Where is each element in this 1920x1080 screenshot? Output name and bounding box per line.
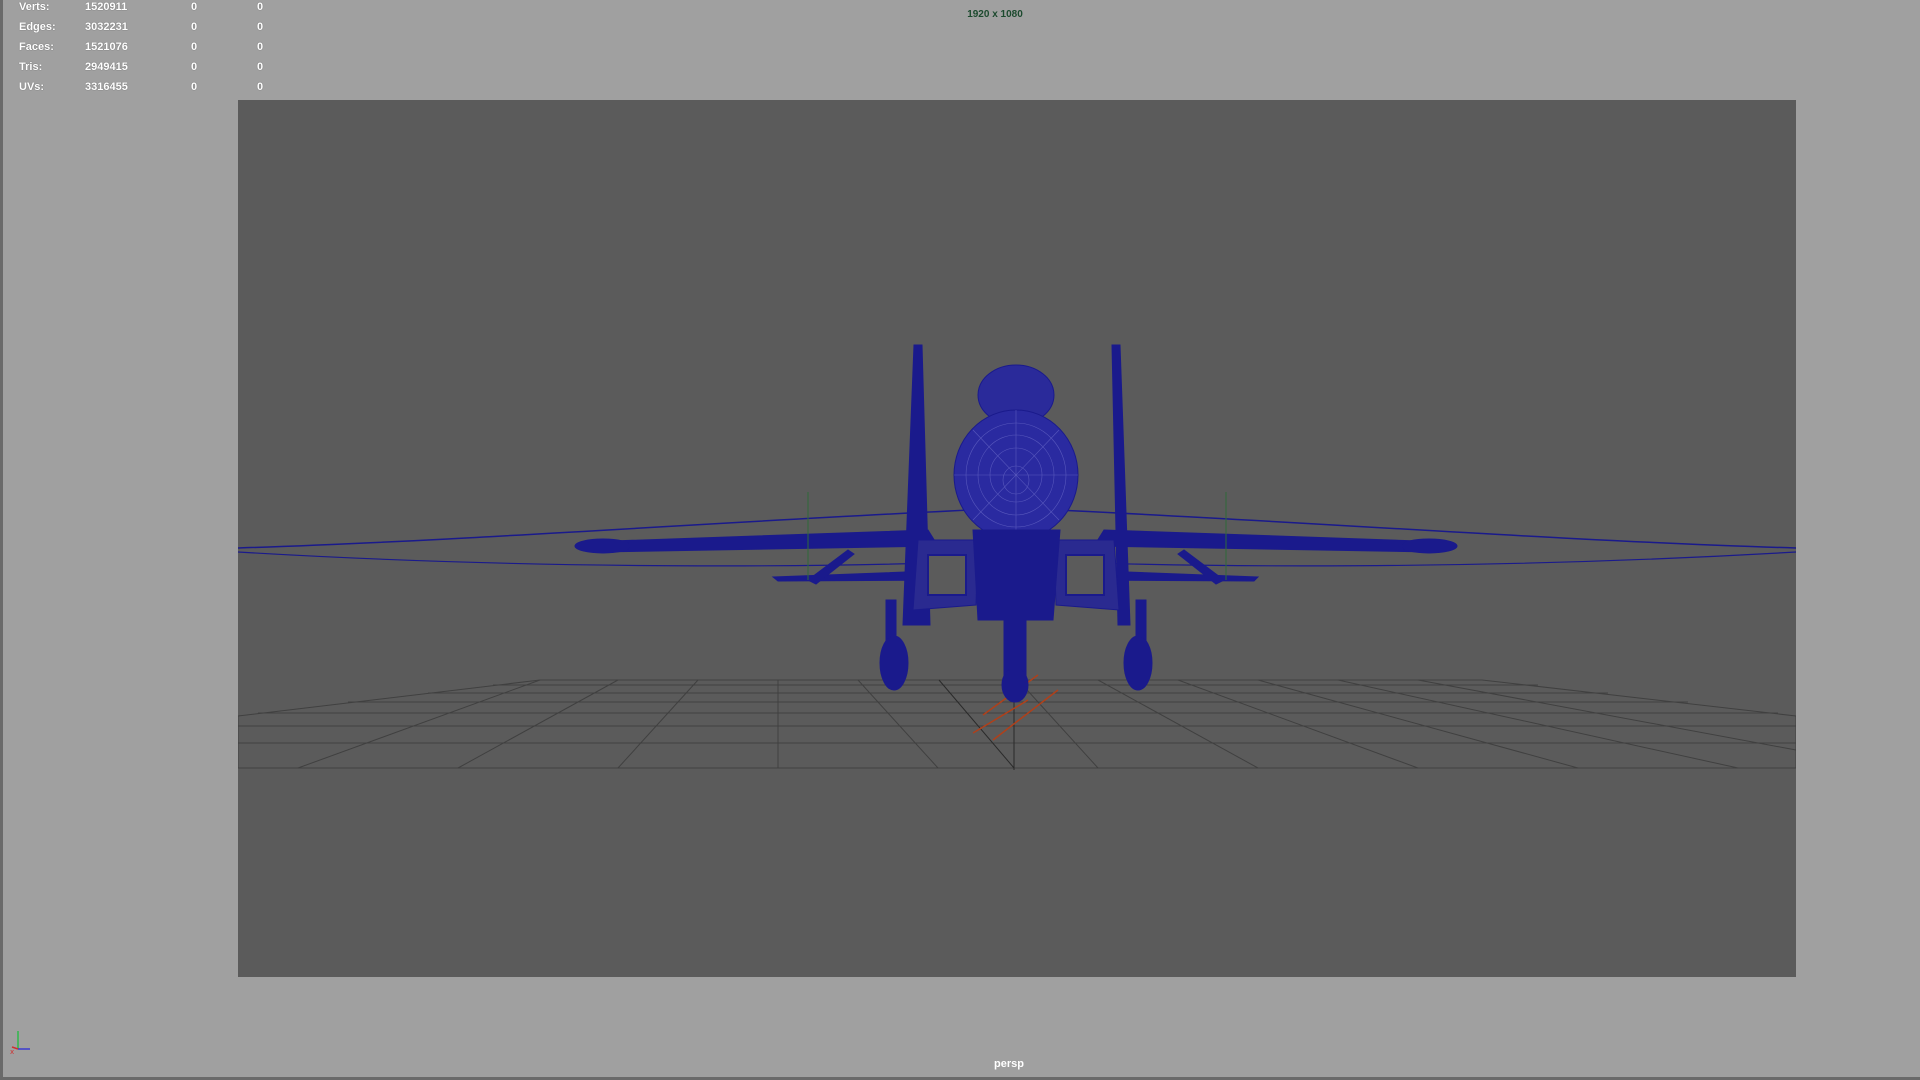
- hud-selected-count: 0: [191, 21, 198, 33]
- svg-text:x: x: [10, 1048, 14, 1055]
- hud-extra-count: 0: [257, 41, 264, 53]
- hud-value: 3032231: [85, 21, 128, 33]
- heads-up-display: Verts: 1520911 0 0 Edges: 3032231 0 0 Fa…: [19, 0, 279, 100]
- resolution-gate-label: 1920 x 1080: [967, 9, 1023, 20]
- hud-row-edges: Edges: 3032231 0 0: [19, 20, 279, 40]
- hud-value: 2949415: [85, 61, 128, 73]
- hud-row-uvs: UVs: 3316455 0 0: [19, 80, 279, 100]
- viewport-scene: [238, 344, 1796, 770]
- hud-label: Faces:: [19, 41, 54, 53]
- hud-row-tris: Tris: 2949415 0 0: [19, 60, 279, 80]
- hud-row-verts: Verts: 1520911 0 0: [19, 0, 279, 20]
- hud-label: Edges:: [19, 21, 56, 33]
- hud-label: UVs:: [19, 81, 45, 93]
- hud-extra-count: 0: [257, 81, 264, 93]
- hud-value: 3316455: [85, 81, 128, 93]
- hud-row-faces: Faces: 1521076 0 0: [19, 40, 279, 60]
- camera-name-label: persp: [994, 1058, 1024, 1070]
- hud-selected-count: 0: [191, 61, 198, 73]
- hud-selected-count: 0: [191, 81, 198, 93]
- hud-extra-count: 0: [257, 1, 264, 13]
- aircraft-wireframe: [238, 344, 1796, 703]
- hud-extra-count: 0: [257, 21, 264, 33]
- hud-label: Tris:: [19, 61, 43, 73]
- hud-value: 1521076: [85, 41, 128, 53]
- hud-selected-count: 0: [191, 1, 198, 13]
- hud-label: Verts:: [19, 1, 50, 13]
- hud-selected-count: 0: [191, 41, 198, 53]
- hud-value: 1520911: [85, 1, 128, 13]
- hud-extra-count: 0: [257, 61, 264, 73]
- xyz-axis-icon: x: [10, 1031, 30, 1055]
- resolution-gate[interactable]: [238, 100, 1796, 977]
